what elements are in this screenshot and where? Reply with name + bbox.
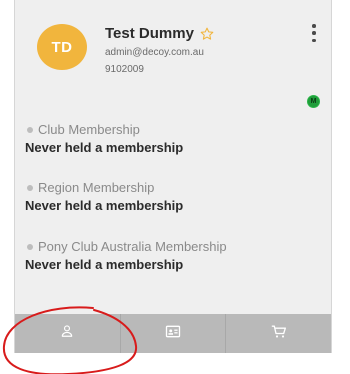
nav-item-id-card[interactable] <box>121 314 227 353</box>
membership-value: Never held a membership <box>25 257 184 272</box>
person-icon <box>60 324 74 343</box>
membership-value: Never held a membership <box>25 140 184 155</box>
membership-label: Pony Club Australia Membership <box>38 239 227 254</box>
star-outline-icon[interactable] <box>199 26 215 42</box>
screen: TD Test Dummy admin@decoy.com.au 9102009… <box>0 0 350 374</box>
id-card-icon <box>165 325 181 343</box>
nav-item-profile[interactable] <box>15 314 121 353</box>
kebab-menu-icon[interactable] <box>311 24 317 42</box>
profile-card: TD Test Dummy admin@decoy.com.au 9102009… <box>14 0 332 353</box>
cart-icon <box>271 324 287 344</box>
bottom-nav <box>15 314 331 353</box>
avatar: TD <box>37 24 87 70</box>
status-badge: M <box>308 96 319 107</box>
name-row: Test Dummy <box>105 25 215 42</box>
profile-name: Test Dummy <box>105 25 194 42</box>
kebab-dot <box>312 31 316 35</box>
bullet-dot-icon <box>27 126 33 133</box>
kebab-dot <box>312 38 316 42</box>
membership-label: Club Membership <box>38 122 140 137</box>
bullet-dot-icon <box>27 184 33 191</box>
profile-number: 9102009 <box>105 64 144 75</box>
status-badge-text: M <box>310 98 317 105</box>
membership-value: Never held a membership <box>25 198 184 213</box>
avatar-initials: TD <box>51 38 73 56</box>
membership-pony-club-australia: Pony Club Australia Membership Never hel… <box>25 239 227 272</box>
kebab-dot <box>312 24 316 28</box>
bullet-dot-icon <box>27 243 33 250</box>
nav-item-cart[interactable] <box>226 314 331 353</box>
profile-email: admin@decoy.com.au <box>105 47 204 58</box>
membership-label: Region Membership <box>38 180 155 195</box>
membership-region: Region Membership Never held a membershi… <box>25 180 183 213</box>
membership-club: Club Membership Never held a membership <box>25 122 183 155</box>
